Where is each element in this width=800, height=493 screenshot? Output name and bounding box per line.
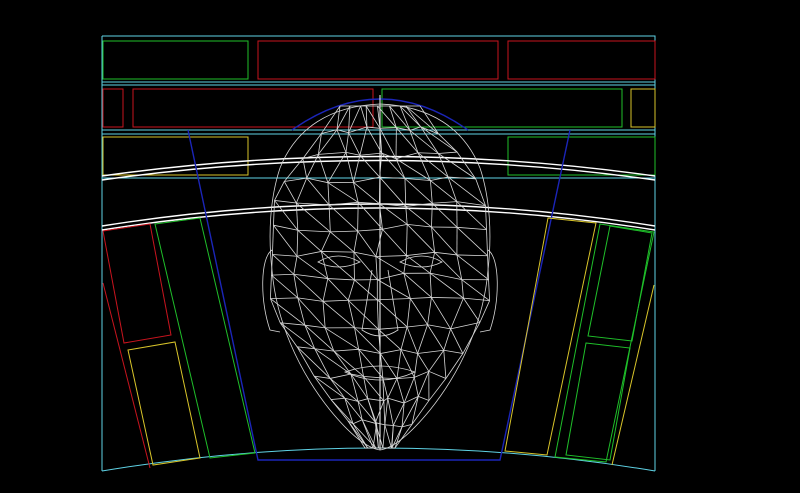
wireframe-diagram bbox=[0, 0, 800, 493]
mesh-edge bbox=[357, 202, 359, 232]
background bbox=[0, 0, 800, 493]
